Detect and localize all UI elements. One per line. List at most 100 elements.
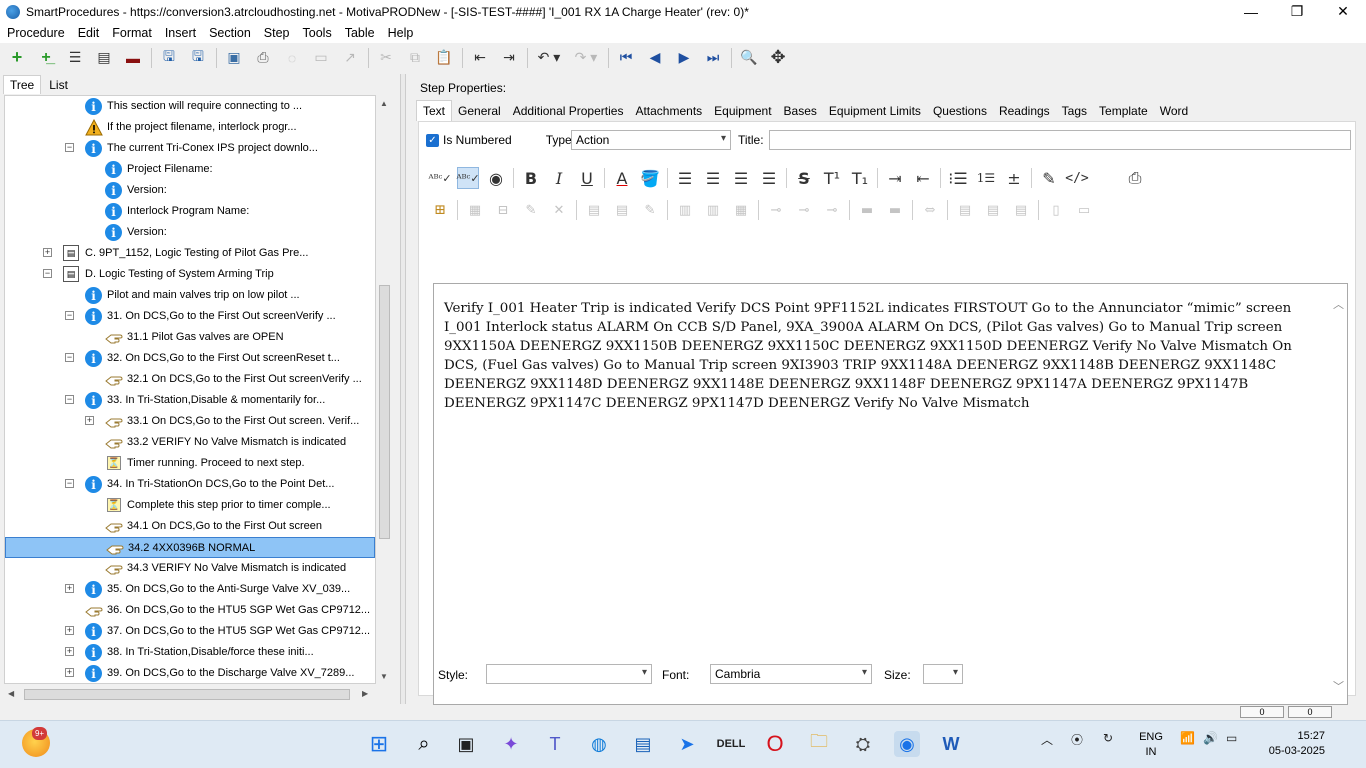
tab-questions[interactable]: Questions	[927, 101, 993, 121]
tree-item[interactable]: − i 32. On DCS,Go to the First Out screenR…	[5, 348, 375, 369]
indent-icon[interactable]: ⇥	[498, 47, 520, 69]
copilot-icon[interactable]: ✦	[498, 731, 524, 757]
collapse-icon[interactable]: −	[43, 269, 52, 278]
tree-item[interactable]: 34.1 On DCS,Go to the First Out screen	[5, 516, 375, 537]
tab-bases[interactable]: Bases	[778, 101, 823, 121]
volume-icon[interactable]: 🔊	[1203, 731, 1218, 745]
tree-item[interactable]: 32.1 On DCS,Go to the First Out screenVe…	[5, 369, 375, 390]
opera-icon[interactable]: O	[762, 731, 788, 757]
tab-list[interactable]: List	[43, 76, 74, 94]
tab-attachments[interactable]: Attachments	[629, 101, 708, 121]
store-icon[interactable]: ▤	[630, 731, 656, 757]
tree-item[interactable]: ⏳ Timer running. Proceed to next step.	[5, 453, 375, 474]
task-view-icon[interactable]: ▣	[453, 731, 479, 757]
tree-item[interactable]: 36. On DCS,Go to the HTU5 SGP Wet Gas CP…	[5, 600, 375, 621]
input-field-icon[interactable]: ▭	[1073, 199, 1095, 221]
step-text[interactable]: Verify I_001 Heater Trip is indicated Ve…	[444, 299, 1328, 413]
start-icon[interactable]: ⊞	[366, 731, 392, 757]
tab-general[interactable]: General	[452, 101, 507, 121]
previous-icon[interactable]: ◀	[644, 47, 666, 69]
increase-indent-icon[interactable]: ⇥	[884, 167, 906, 189]
insert-col-right-icon[interactable]: ▥	[702, 199, 724, 221]
search-icon[interactable]: ⌕	[411, 731, 437, 757]
horizontal-line-icon[interactable]: ±	[1003, 167, 1025, 189]
tree-item[interactable]: i Project Filename:	[5, 159, 375, 180]
scroll-left-icon[interactable]: ◀	[8, 689, 14, 698]
tree-item[interactable]: − i 31. On DCS,Go to the First Out screenV…	[5, 306, 375, 327]
list-icon[interactable]: ☰	[64, 47, 86, 69]
collapse-icon[interactable]: −	[65, 143, 74, 152]
scroll-down-icon[interactable]: ▼	[380, 672, 388, 681]
merge-icon[interactable]: ▬	[884, 199, 906, 221]
bullet-list-icon[interactable]: ⁝☰	[947, 167, 969, 189]
close-button[interactable]: ✕	[1320, 0, 1366, 23]
horizontal-scroll-thumb[interactable]	[24, 689, 350, 700]
style-select[interactable]: ▾	[486, 664, 652, 684]
tab-equipment[interactable]: Equipment	[708, 101, 777, 121]
size-select[interactable]: ▾	[923, 664, 963, 684]
highlight-icon[interactable]: ◉	[485, 167, 507, 189]
save-icon[interactable]: 🖫	[187, 47, 209, 69]
outdent-icon[interactable]: ⇤	[469, 47, 491, 69]
word-icon[interactable]: W	[938, 731, 964, 757]
find-icon[interactable]: 🔍	[738, 47, 760, 69]
menu-format[interactable]: Format	[112, 26, 152, 40]
delete-cell-icon[interactable]: ⊸	[821, 199, 843, 221]
tree-item[interactable]: − ▤ D. Logic Testing of System Arming Trip	[5, 264, 375, 285]
merge-cells-icon[interactable]: ▦	[730, 199, 752, 221]
scroll-right-icon[interactable]: ▶	[362, 689, 368, 698]
table-properties-icon[interactable]: ⊟	[492, 199, 514, 221]
tab-tree[interactable]: Tree	[3, 75, 42, 94]
tab-readings[interactable]: Readings	[993, 101, 1056, 121]
tree-item[interactable]: − i The current Tri-Conex IPS project down…	[5, 138, 375, 159]
vertical-scroll-thumb[interactable]	[379, 285, 390, 539]
fill-color-icon[interactable]: 🪣	[639, 167, 661, 189]
editor-scroll-up-icon[interactable]: ︿	[1333, 296, 1344, 312]
print-icon[interactable]: ⎙	[252, 47, 274, 69]
row-height-icon[interactable]: ⇔	[919, 199, 941, 221]
battery-icon[interactable]: ▭	[1226, 731, 1237, 745]
collapse-icon[interactable]: −	[65, 311, 74, 320]
tab-word[interactable]: Word	[1154, 101, 1194, 121]
numbered-list-icon[interactable]: 1☰	[975, 167, 997, 189]
file-explorer-icon[interactable]: 🗀	[806, 731, 832, 757]
title-input[interactable]	[769, 130, 1351, 150]
panel-splitter[interactable]	[400, 74, 406, 704]
superscript-icon[interactable]: T¹	[821, 167, 843, 189]
menu-tools[interactable]: Tools	[303, 26, 332, 40]
collapse-icon[interactable]: −	[65, 395, 74, 404]
insert-col-left-icon[interactable]: ▥	[674, 199, 696, 221]
tab-text[interactable]: Text	[416, 100, 453, 121]
save-all-icon[interactable]: 🖫	[158, 47, 180, 69]
tree-item[interactable]: + ▤ C. 9PT_1152, Logic Testing of Pilot Ga…	[5, 243, 375, 264]
menu-edit[interactable]: Edit	[78, 26, 100, 40]
menu-table[interactable]: Table	[345, 26, 375, 40]
tab-equipment-limits[interactable]: Equipment Limits	[823, 101, 927, 121]
insert-row-below-icon[interactable]: ▤	[611, 199, 633, 221]
tree-item[interactable]: If the project filename, interlock progr…	[5, 117, 375, 138]
print-preview-icon[interactable]: ⎙	[1124, 167, 1146, 189]
expand-icon[interactable]: +	[65, 647, 74, 656]
editor-scroll-down-icon[interactable]: ﹀	[1333, 678, 1344, 694]
delete-col-icon[interactable]: ⊸	[793, 199, 815, 221]
add-substep-icon[interactable]: +̲	[35, 47, 57, 69]
tree-item[interactable]: 33.2 VERIFY No Valve Mismatch is indicat…	[5, 432, 375, 453]
last-icon[interactable]: ⏭	[702, 47, 724, 69]
collapse-icon[interactable]: −	[65, 353, 74, 362]
menu-insert[interactable]: Insert	[165, 26, 196, 40]
expand-icon[interactable]: +	[65, 668, 74, 677]
expand-icon[interactable]: +	[43, 248, 52, 257]
menu-section[interactable]: Section	[209, 26, 251, 40]
underline-icon[interactable]: U	[576, 167, 598, 189]
network-status-icon[interactable]: ⦿	[1071, 731, 1083, 748]
menu-step[interactable]: Step	[264, 26, 290, 40]
font-select[interactable]: Cambria ▾	[710, 664, 872, 684]
strikethrough-icon[interactable]: S	[793, 167, 815, 189]
tree-item[interactable]: + i 38. In Tri-Station,Disable/force these…	[5, 642, 375, 663]
view-icon[interactable]: ▭	[310, 47, 332, 69]
align-center-icon[interactable]: ☰	[702, 167, 724, 189]
table-edit-icon[interactable]: ✎	[520, 199, 542, 221]
paste-icon[interactable]: 📋	[433, 47, 455, 69]
delete-icon[interactable]: ▬	[122, 47, 144, 69]
minimize-button[interactable]: —	[1228, 0, 1274, 23]
